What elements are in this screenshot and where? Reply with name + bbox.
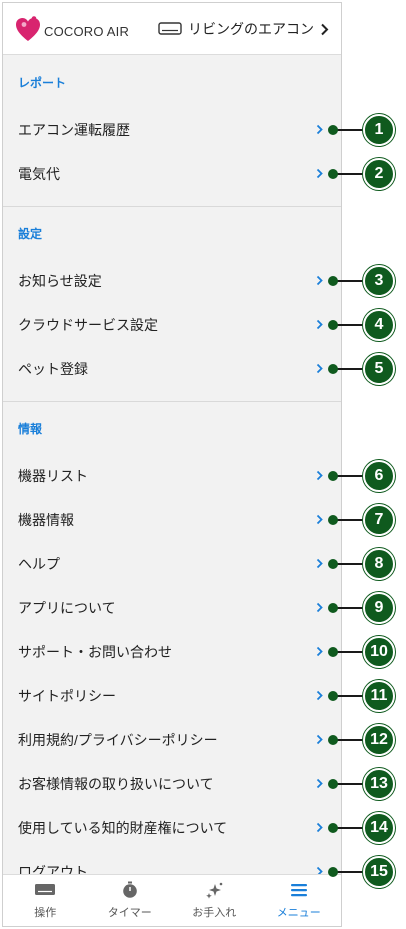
- timer-icon: [122, 881, 137, 898]
- menu-item-label: アプリについて: [18, 600, 116, 616]
- callout-number-badge: 13: [363, 768, 395, 800]
- menu-item-label: お知らせ設定: [18, 273, 102, 289]
- chevron-right-icon: [316, 319, 323, 330]
- callout-anchor-dot: [328, 647, 338, 657]
- callout-number-badge: 1: [363, 114, 395, 146]
- callout-number-badge: 7: [363, 504, 395, 536]
- menu-item-ip-rights[interactable]: 使用している知的財産権について: [3, 806, 341, 850]
- chevron-right-icon: [316, 690, 323, 701]
- menu-item-label: お客様情報の取り扱いについて: [18, 776, 214, 792]
- callout-anchor-dot: [328, 515, 338, 525]
- callout-number-badge: 3: [363, 265, 395, 297]
- menu-item-device-info[interactable]: 機器情報: [3, 498, 341, 542]
- nav-label: タイマー: [107, 907, 152, 919]
- callout-anchor-dot: [328, 364, 338, 374]
- menu-item-label: 使用している知的財産権について: [18, 820, 228, 836]
- cocoro-logo-icon: [16, 16, 40, 41]
- device-name: リビングのエアコン: [188, 21, 314, 37]
- chevron-right-icon: [316, 470, 323, 481]
- menu-item-device-list[interactable]: 機器リスト: [3, 454, 341, 498]
- menu-item-label: サポート・お問い合わせ: [18, 644, 172, 660]
- callout-number-badge: 14: [363, 812, 395, 844]
- chevron-right-icon: [316, 514, 323, 525]
- callout-anchor-dot: [328, 823, 338, 833]
- callout-anchor-dot: [328, 779, 338, 789]
- sparkle-icon: [206, 882, 223, 899]
- callout-anchor-dot: [328, 691, 338, 701]
- menu-item-label: 利用規約/プライバシーポリシー: [18, 732, 218, 748]
- nav-label: お手入れ: [192, 907, 237, 919]
- callout-anchor-dot: [328, 471, 338, 481]
- chevron-right-icon: [316, 168, 323, 179]
- section-header-info: 情報: [18, 421, 43, 436]
- menu-item-label: 機器リスト: [18, 468, 88, 484]
- nav-tab-timer[interactable]: タイマー: [88, 875, 173, 926]
- section-header-settings: 設定: [18, 226, 43, 241]
- menu-item-support-contact[interactable]: サポート・お問い合わせ: [3, 630, 341, 674]
- chevron-right-icon: [316, 602, 323, 613]
- menu-list: レポート エアコン運転履歴 電気代 設定 お知らせ設定 クラウドサービス設定 ペ…: [3, 56, 341, 894]
- callout-anchor-dot: [328, 735, 338, 745]
- menu-item-customer-data-handling[interactable]: お客様情報の取り扱いについて: [3, 762, 341, 806]
- nav-tab-maintenance[interactable]: お手入れ: [172, 875, 257, 926]
- menu-item-label: 電気代: [18, 166, 60, 182]
- menu-item-label: エアコン運転履歴: [18, 122, 130, 138]
- callout-number-badge: 12: [363, 724, 395, 756]
- air-conditioner-icon: [158, 22, 182, 35]
- app-header: COCORO AIR リビングのエアコン: [3, 3, 341, 55]
- callout-number-badge: 2: [363, 158, 395, 190]
- nav-tab-operate[interactable]: 操作: [3, 875, 88, 926]
- menu-item-label: クラウドサービス設定: [18, 317, 158, 333]
- chevron-right-icon: [316, 646, 323, 657]
- menu-item-help[interactable]: ヘルプ: [3, 542, 341, 586]
- menu-item-label: サイトポリシー: [18, 688, 116, 704]
- nav-label: メニュー: [276, 907, 321, 919]
- callout-anchor-dot: [328, 559, 338, 569]
- callout-number-badge: 11: [363, 680, 395, 712]
- menu-item-terms-privacy[interactable]: 利用規約/プライバシーポリシー: [3, 718, 341, 762]
- callout-number-badge: 4: [363, 309, 395, 341]
- callout-anchor-dot: [328, 169, 338, 179]
- nav-label: 操作: [34, 907, 57, 919]
- callout-anchor-dot: [328, 867, 338, 877]
- menu-item-pet-registration[interactable]: ペット登録: [3, 347, 341, 391]
- remote-icon: [35, 884, 56, 895]
- chevron-right-icon: [321, 23, 329, 35]
- callout-number-badge: 8: [363, 548, 395, 580]
- chevron-right-icon: [316, 363, 323, 374]
- callout-anchor-dot: [328, 276, 338, 286]
- app-screen: COCORO AIR リビングのエアコン レポート エアコン運転履歴 電気代 設…: [2, 2, 342, 927]
- bottom-nav: 操作 タイマー お手入れ メニュー: [3, 874, 341, 926]
- callout-number-badge: 6: [363, 460, 395, 492]
- callout-number-badge: 15: [363, 856, 395, 888]
- device-selector-button[interactable]: リビングのエアコン: [158, 18, 329, 40]
- menu-item-site-policy[interactable]: サイトポリシー: [3, 674, 341, 718]
- chevron-right-icon: [316, 275, 323, 286]
- callout-anchor-dot: [328, 125, 338, 135]
- nav-tab-menu[interactable]: メニュー: [257, 875, 342, 926]
- chevron-right-icon: [316, 558, 323, 569]
- callout-number-badge: 10: [363, 636, 395, 668]
- callout-anchor-dot: [328, 603, 338, 613]
- menu-item-cloud-service-settings[interactable]: クラウドサービス設定: [3, 303, 341, 347]
- callout-number-badge: 9: [363, 592, 395, 624]
- menu-item-label: ヘルプ: [18, 556, 60, 572]
- chevron-right-icon: [316, 124, 323, 135]
- section-header-report: レポート: [18, 75, 67, 90]
- menu-item-ac-history[interactable]: エアコン運転履歴: [3, 108, 341, 152]
- callout-number-badge: 5: [363, 353, 395, 385]
- menu-icon: [290, 884, 307, 897]
- chevron-right-icon: [316, 734, 323, 745]
- menu-item-electricity-cost[interactable]: 電気代: [3, 152, 341, 196]
- chevron-right-icon: [316, 822, 323, 833]
- menu-item-about-app[interactable]: アプリについて: [3, 586, 341, 630]
- menu-item-label: 機器情報: [18, 512, 74, 528]
- callout-anchor-dot: [328, 320, 338, 330]
- menu-item-label: ペット登録: [18, 361, 88, 377]
- chevron-right-icon: [316, 778, 323, 789]
- brand-name: COCORO AIR: [44, 24, 130, 39]
- menu-item-notification-settings[interactable]: お知らせ設定: [3, 259, 341, 303]
